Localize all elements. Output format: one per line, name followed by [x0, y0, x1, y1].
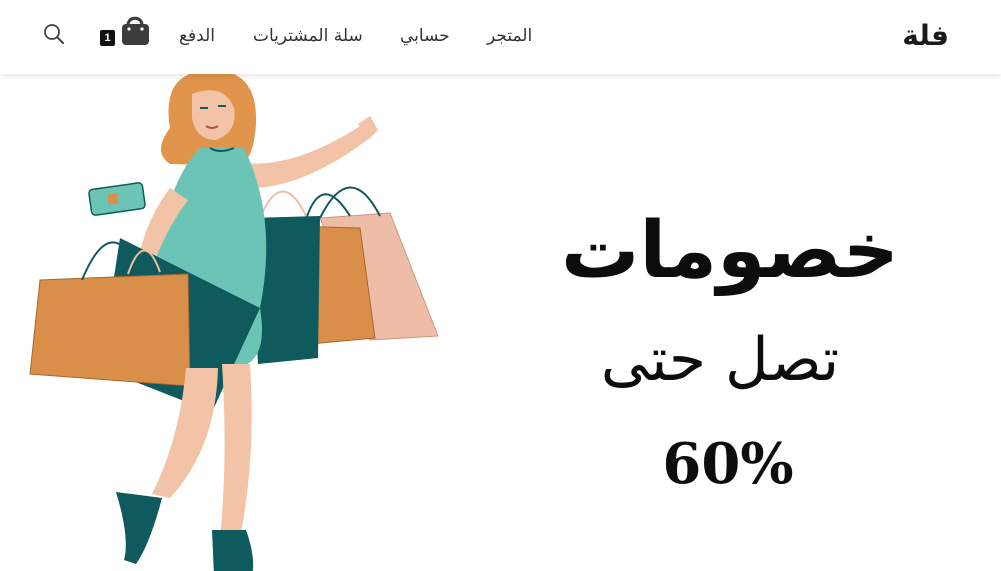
- search-button[interactable]: [42, 22, 66, 46]
- hero-headline: خصومات: [561, 206, 899, 296]
- cart-button[interactable]: 1: [98, 14, 152, 54]
- nav-checkout[interactable]: الدفع: [179, 22, 215, 50]
- site-header: فلة المتجر حسابي سلة المشتريات الدفع 1: [0, 0, 1001, 74]
- search-icon: [44, 24, 64, 44]
- nav-shop[interactable]: المتجر: [487, 22, 532, 50]
- cart-count-badge: 1: [100, 30, 115, 46]
- shopping-woman-illustration: [29, 74, 439, 571]
- nav-cart[interactable]: سلة المشتريات: [253, 22, 363, 50]
- site-logo[interactable]: فلة: [902, 16, 949, 56]
- hero-banner[interactable]: خصومات تصل حتى 60%: [0, 74, 1001, 571]
- hero-discount: 60%: [662, 431, 794, 497]
- nav-account[interactable]: حسابي: [400, 22, 450, 50]
- hero-subline: تصل حتى: [600, 325, 840, 395]
